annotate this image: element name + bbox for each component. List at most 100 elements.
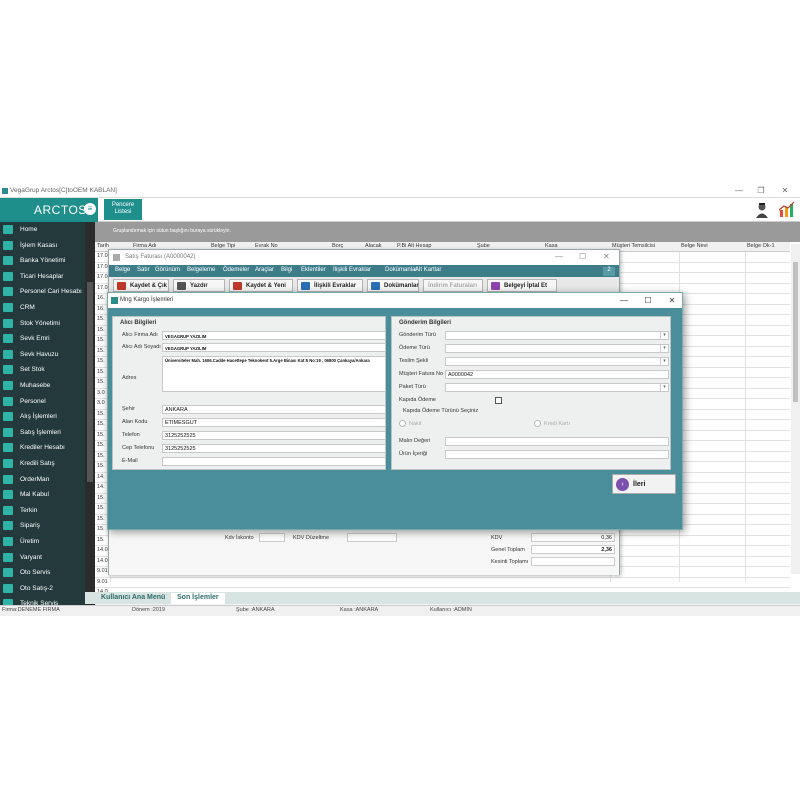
window-list-button[interactable]: Pencere Listesi bbox=[104, 199, 142, 220]
sidebar-item[interactable]: Banka Yönetimi bbox=[0, 253, 85, 269]
kdv-duzeltme-field[interactable] bbox=[347, 533, 397, 542]
tab-recent[interactable]: Son İşlemler bbox=[171, 593, 225, 604]
menu-odemeler[interactable]: Ödemeler bbox=[223, 267, 249, 273]
sidebar-item[interactable]: Krediler Hesabı bbox=[0, 440, 85, 456]
user-icon[interactable] bbox=[754, 202, 770, 218]
kredi-karti-radio[interactable] bbox=[534, 420, 541, 427]
sidebar-item[interactable]: Terkin bbox=[0, 503, 85, 519]
sidebar-item[interactable]: İşlem Kasası bbox=[0, 238, 85, 254]
group-hint-bar[interactable]: Gruplandırmak için sütun başlığını buray… bbox=[95, 222, 800, 242]
minimize-button[interactable]: — bbox=[730, 185, 748, 196]
menu-iliskili[interactable]: İlişkili Evraklar bbox=[333, 267, 371, 273]
menu-alt-kartlar[interactable]: Alt Kartlar bbox=[415, 267, 441, 273]
sidebar-item[interactable]: Varyant bbox=[0, 550, 85, 566]
menu-item-icon bbox=[3, 537, 13, 546]
malin-degeri-field[interactable] bbox=[445, 437, 669, 446]
row-date-cell: 17.0 bbox=[97, 253, 108, 259]
menu-bilgi[interactable]: Bilgi bbox=[281, 267, 292, 273]
sidebar-item[interactable]: Alış İşlemleri bbox=[0, 409, 85, 425]
save-close-button[interactable]: Kaydet & Çık bbox=[113, 279, 169, 292]
col-belge-ok[interactable]: Belge Ok-1 bbox=[747, 243, 775, 249]
sidebar-item[interactable]: CRM bbox=[0, 300, 85, 316]
sidebar-scroll-thumb[interactable] bbox=[87, 282, 93, 482]
kapida-odeme-checkbox[interactable] bbox=[495, 397, 502, 404]
invoice-maximize-button[interactable]: ☐ bbox=[579, 252, 586, 261]
gonderim-turu-select[interactable]: ▾ bbox=[445, 331, 669, 340]
sidebar-item[interactable]: Personel Cari Hesabı bbox=[0, 284, 85, 300]
next-button[interactable]: › İleri bbox=[612, 474, 676, 494]
sidebar-item[interactable]: Oto Servis bbox=[0, 565, 85, 581]
kdv-iskonto-field[interactable] bbox=[259, 533, 285, 542]
sidebar-item[interactable]: Sipariş bbox=[0, 518, 85, 534]
alan-kodu-field[interactable]: ETIMESGUT bbox=[162, 418, 386, 427]
grid-scroll-thumb[interactable] bbox=[793, 262, 798, 402]
cep-field[interactable]: 3125252525 bbox=[162, 444, 386, 453]
row-date-cell: 14. bbox=[97, 484, 105, 490]
sidebar-item[interactable]: Üretim bbox=[0, 534, 85, 550]
row-date-cell: 16. bbox=[97, 295, 105, 301]
row-date-cell: 14.0 bbox=[97, 557, 108, 564]
firma-field[interactable]: VEGAGRUP YAZILIM bbox=[162, 331, 386, 340]
genel-toplam-label: Genel Toplam bbox=[491, 547, 525, 553]
discount-invoices-button[interactable]: İndirim Faturaları bbox=[423, 279, 483, 292]
fatura-no-field[interactable]: A0000042 bbox=[445, 370, 669, 379]
nakit-radio[interactable] bbox=[399, 420, 406, 427]
sidebar-item[interactable]: Stok Yönetimi bbox=[0, 316, 85, 332]
cargo-minimize-button[interactable]: — bbox=[616, 295, 632, 306]
teslim-sekli-select[interactable]: ▾ bbox=[445, 357, 669, 366]
sidebar-item[interactable]: Personel bbox=[0, 394, 85, 410]
sidebar-item[interactable]: OrderMan bbox=[0, 472, 85, 488]
urun-icerigi-field[interactable] bbox=[445, 450, 669, 459]
adres-field[interactable]: Üniversiteler Mah. 1606.Cadde Hacettepe … bbox=[162, 356, 386, 392]
cargo-maximize-button[interactable]: ☐ bbox=[640, 295, 656, 306]
adsoyad-field[interactable]: VEGAGRUP YAZILIM bbox=[162, 343, 386, 352]
menu-belge[interactable]: Belge bbox=[115, 267, 130, 273]
menu-icon[interactable]: ≡ bbox=[84, 203, 96, 215]
cargo-close-button[interactable]: ✕ bbox=[664, 295, 680, 306]
chart-icon[interactable] bbox=[778, 201, 795, 218]
sidebar-item[interactable]: Ticari Hesaplar bbox=[0, 269, 85, 285]
grid-scrollbar[interactable] bbox=[791, 244, 800, 574]
telefon-field[interactable]: 3125252525 bbox=[162, 431, 386, 440]
sidebar-item[interactable]: Kredili Satış bbox=[0, 456, 85, 472]
row-date-cell: 15. bbox=[97, 515, 105, 522]
sidebar-item[interactable]: Sevk Emri bbox=[0, 331, 85, 347]
sidebar-item[interactable]: Muhasebe bbox=[0, 378, 85, 394]
menu-belgeleme[interactable]: Belgeleme bbox=[187, 267, 215, 273]
row-date-cell: 15. bbox=[97, 326, 105, 333]
sidebar-scrollbar[interactable] bbox=[85, 222, 95, 616]
chevron-down-icon[interactable]: ▾ bbox=[660, 384, 668, 391]
sidebar-item[interactable]: Set Stok bbox=[0, 362, 85, 378]
chevron-down-icon[interactable]: ▾ bbox=[660, 358, 668, 365]
menu-gorunum[interactable]: Görünüm bbox=[155, 267, 180, 273]
kredi-karti-label: Kredi Kartı bbox=[544, 421, 570, 427]
table-row[interactable]: 9.01 bbox=[95, 578, 790, 588]
menu-item-icon bbox=[3, 412, 13, 422]
menu-dokumanlar[interactable]: Dokümanlar bbox=[385, 267, 417, 273]
restore-button[interactable]: ❐ bbox=[752, 185, 770, 196]
invoice-close-button[interactable]: ✕ bbox=[603, 252, 610, 261]
tab-user-menu[interactable]: Kullanıcı Ana Menü bbox=[95, 593, 171, 604]
invoice-minimize-button[interactable]: — bbox=[555, 252, 563, 261]
documents-button[interactable]: Dokümanlar bbox=[367, 279, 419, 292]
sehir-field[interactable]: ANKARA bbox=[162, 405, 386, 414]
col-belge-nevi[interactable]: Belge Nevi bbox=[681, 243, 708, 249]
sidebar-item[interactable]: Sevk Havuzu bbox=[0, 347, 85, 363]
menu-araclar[interactable]: Araçlar bbox=[255, 267, 274, 273]
print-button[interactable]: Yazdır bbox=[173, 279, 225, 292]
sidebar-item[interactable]: Satış İşlemleri bbox=[0, 425, 85, 441]
chevron-down-icon[interactable]: ▾ bbox=[660, 332, 668, 339]
save-new-button[interactable]: Kaydet & Yeni bbox=[229, 279, 293, 292]
menu-eklentiler[interactable]: Eklentiler bbox=[301, 267, 326, 273]
paket-turu-select[interactable]: ▾ bbox=[445, 383, 669, 392]
close-button[interactable]: ✕ bbox=[776, 185, 794, 196]
email-field[interactable] bbox=[162, 457, 386, 466]
cancel-document-button[interactable]: Belgeyi İptal Et bbox=[487, 279, 557, 292]
sidebar-item[interactable]: Oto Satış-2 bbox=[0, 581, 85, 597]
odeme-turu-select[interactable]: ▾ bbox=[445, 344, 669, 353]
chevron-down-icon[interactable]: ▾ bbox=[660, 345, 668, 352]
sidebar-item[interactable]: Home bbox=[0, 222, 85, 238]
menu-satir[interactable]: Satır bbox=[137, 267, 150, 273]
related-docs-button[interactable]: İlişkili Evraklar bbox=[297, 279, 363, 292]
sidebar-item[interactable]: Mal Kabul bbox=[0, 487, 85, 503]
